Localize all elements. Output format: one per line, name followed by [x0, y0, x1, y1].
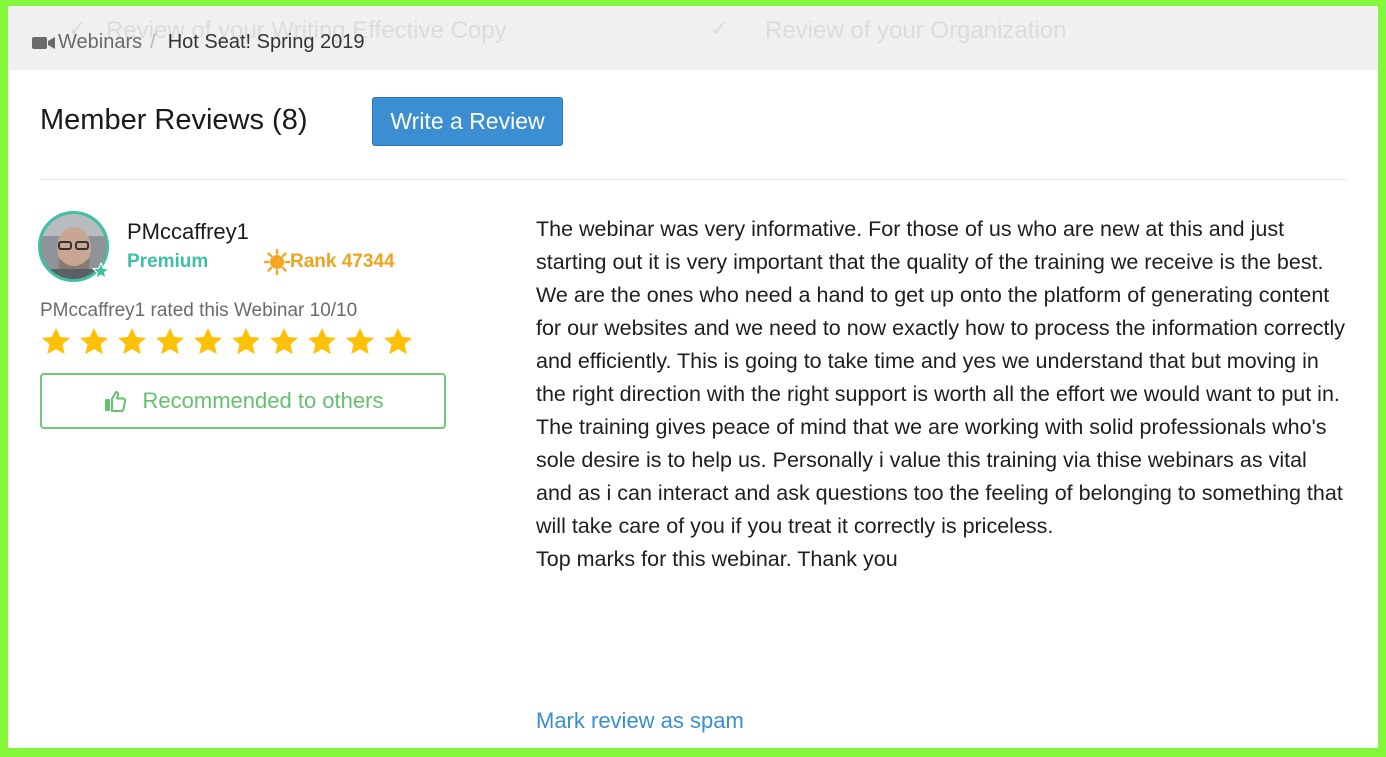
- review-paragraph: The webinar was very informative. For th…: [536, 217, 1324, 274]
- membership-badge: Premium: [127, 251, 209, 272]
- star-icon: [80, 328, 108, 355]
- rank-label: Rank 47344: [290, 251, 395, 272]
- reviewer-username[interactable]: PMccaffrey1: [127, 219, 249, 245]
- review-text: The webinar was very informative. For th…: [536, 213, 1346, 576]
- breadcrumb-separator: /: [150, 31, 156, 53]
- star-rating: [40, 326, 420, 358]
- star-icon: [118, 328, 146, 355]
- star-icon: [156, 328, 184, 355]
- review-paragraph: We are the ones who need a hand to get u…: [536, 283, 1346, 406]
- breadcrumb-current: Hot Seat! Spring 2019: [167, 31, 365, 53]
- divider: [40, 179, 1346, 180]
- background-tab-right: Review of your Organization: [765, 17, 1067, 44]
- breadcrumb: Webinars / Hot Seat! Spring 2019: [32, 31, 364, 54]
- star-icon: [346, 328, 374, 355]
- star-icon: [384, 328, 412, 355]
- star-icon: [308, 328, 336, 355]
- reviews-title: Member Reviews (8): [40, 104, 308, 136]
- top-bar: ✓ Review of your Writing Effective Copy …: [8, 6, 1378, 70]
- premium-star-icon: [92, 262, 110, 280]
- star-icon: [270, 328, 298, 355]
- star-icon: [194, 328, 222, 355]
- rating-caption: PMccaffrey1 rated this Webinar 10/10: [40, 300, 358, 321]
- page-frame: ✓ Review of your Writing Effective Copy …: [0, 0, 1386, 757]
- recommended-label: Recommended to others: [142, 388, 384, 413]
- video-camera-icon: [32, 36, 55, 49]
- rank-badge: Rank 47344: [264, 249, 395, 275]
- star-icon: [232, 328, 260, 355]
- breadcrumb-webinars-link[interactable]: Webinars: [58, 31, 142, 54]
- thumbs-up-icon: [104, 391, 126, 412]
- review-paragraph: Top marks for this webinar. Thank you: [536, 547, 898, 571]
- mark-spam-link[interactable]: Mark review as spam: [536, 708, 744, 734]
- rank-sun-icon: [264, 249, 290, 275]
- review-paragraph: The training gives peace of mind that we…: [536, 415, 1343, 538]
- check-icon: ✓: [710, 16, 729, 41]
- recommended-badge: Recommended to others: [40, 373, 446, 429]
- write-review-button[interactable]: Write a Review: [372, 97, 563, 146]
- star-icon: [42, 328, 70, 355]
